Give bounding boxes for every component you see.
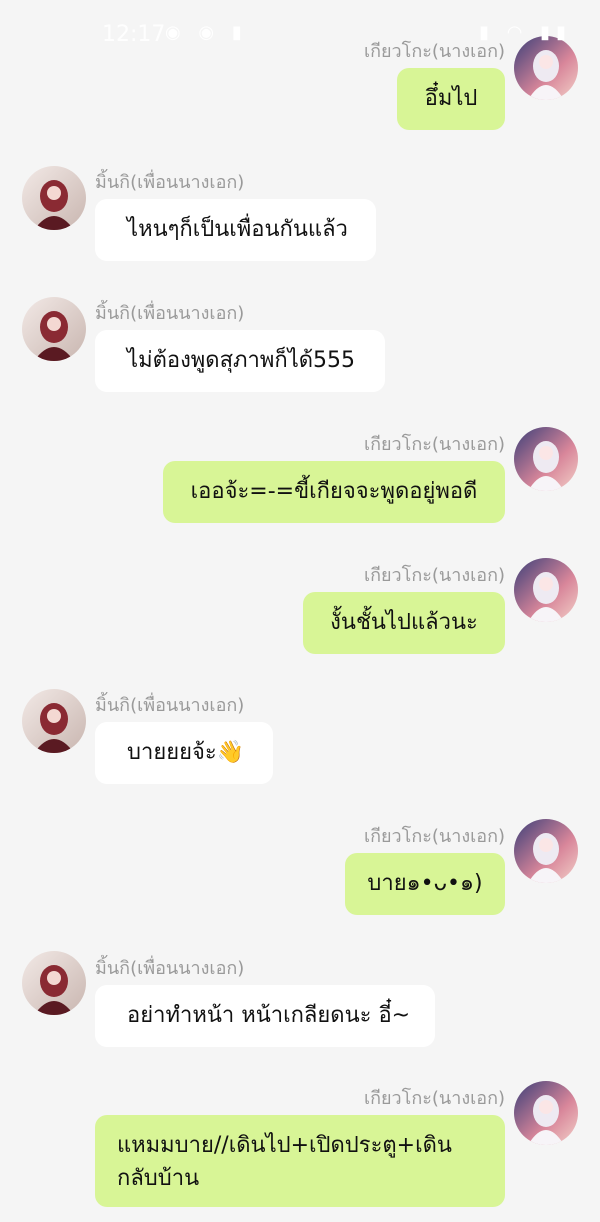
status-time: 12:17 bbox=[102, 22, 166, 47]
sender-name: มิ้นกิ(เพื่อนนางเอก) bbox=[95, 958, 245, 979]
avatar-image bbox=[514, 1081, 578, 1145]
system-icons: ▮ ◠ ▮▮ bbox=[479, 22, 572, 43]
sender-name: เกียวโกะ(นางเอก) bbox=[363, 434, 505, 455]
avatar[interactable] bbox=[514, 1081, 578, 1145]
avatar[interactable] bbox=[514, 427, 578, 491]
message-bubble[interactable]: ไหนๆก็เป็นเพื่อนกันแล้ว bbox=[95, 199, 376, 261]
sender-name: เกียวโกะ(นางเอก) bbox=[363, 565, 505, 586]
notification-icons: ◉ ◉ ▮ bbox=[165, 22, 248, 43]
message-bubble[interactable]: บาย๑•ᴗ•๑) bbox=[345, 853, 505, 915]
message-bubble[interactable]: แหมมบาย//เดินไป+เปิดประตู+เดินกลับบ้าน bbox=[95, 1115, 505, 1207]
sender-name: มิ้นกิ(เพื่อนนางเอก) bbox=[95, 303, 245, 324]
sender-name: เกียวโกะ(นางเอก) bbox=[363, 826, 505, 847]
sender-name: มิ้นกิ(เพื่อนนางเอก) bbox=[95, 172, 245, 193]
avatar-image bbox=[514, 427, 578, 491]
avatar-image bbox=[514, 819, 578, 883]
avatar[interactable] bbox=[514, 558, 578, 622]
avatar-image bbox=[22, 951, 86, 1015]
avatar-image bbox=[22, 689, 86, 753]
message-bubble[interactable]: บายยยจ้ะ👋 bbox=[95, 722, 273, 784]
avatar[interactable] bbox=[22, 951, 86, 1015]
sender-name: เกียวโกะ(นางเอก) bbox=[363, 1088, 505, 1109]
message-bubble[interactable]: เออจ้ะ=-=ขี้เกียจจะพูดอยู่พอดี bbox=[163, 461, 505, 523]
avatar[interactable] bbox=[22, 689, 86, 753]
avatar[interactable] bbox=[514, 819, 578, 883]
message-bubble[interactable]: อย่าทำหน้า หน้าเกลียดนะ อี๋~ bbox=[95, 985, 435, 1047]
avatar[interactable] bbox=[22, 297, 86, 361]
message-bubble[interactable]: อึ๋มไป bbox=[397, 68, 505, 130]
message-bubble[interactable]: ไม่ต้องพูดสุภาพก็ได้555 bbox=[95, 330, 385, 392]
avatar-image bbox=[514, 558, 578, 622]
avatar[interactable] bbox=[22, 166, 86, 230]
sender-name: มิ้นกิ(เพื่อนนางเอก) bbox=[95, 695, 245, 716]
message-bubble[interactable]: งั้นชั้นไปแล้วนะ bbox=[303, 592, 505, 654]
avatar-image bbox=[22, 166, 86, 230]
avatar-image bbox=[22, 297, 86, 361]
status-bar: 12:17 ◉ ◉ ▮ ▮ ◠ ▮▮ bbox=[0, 0, 600, 64]
